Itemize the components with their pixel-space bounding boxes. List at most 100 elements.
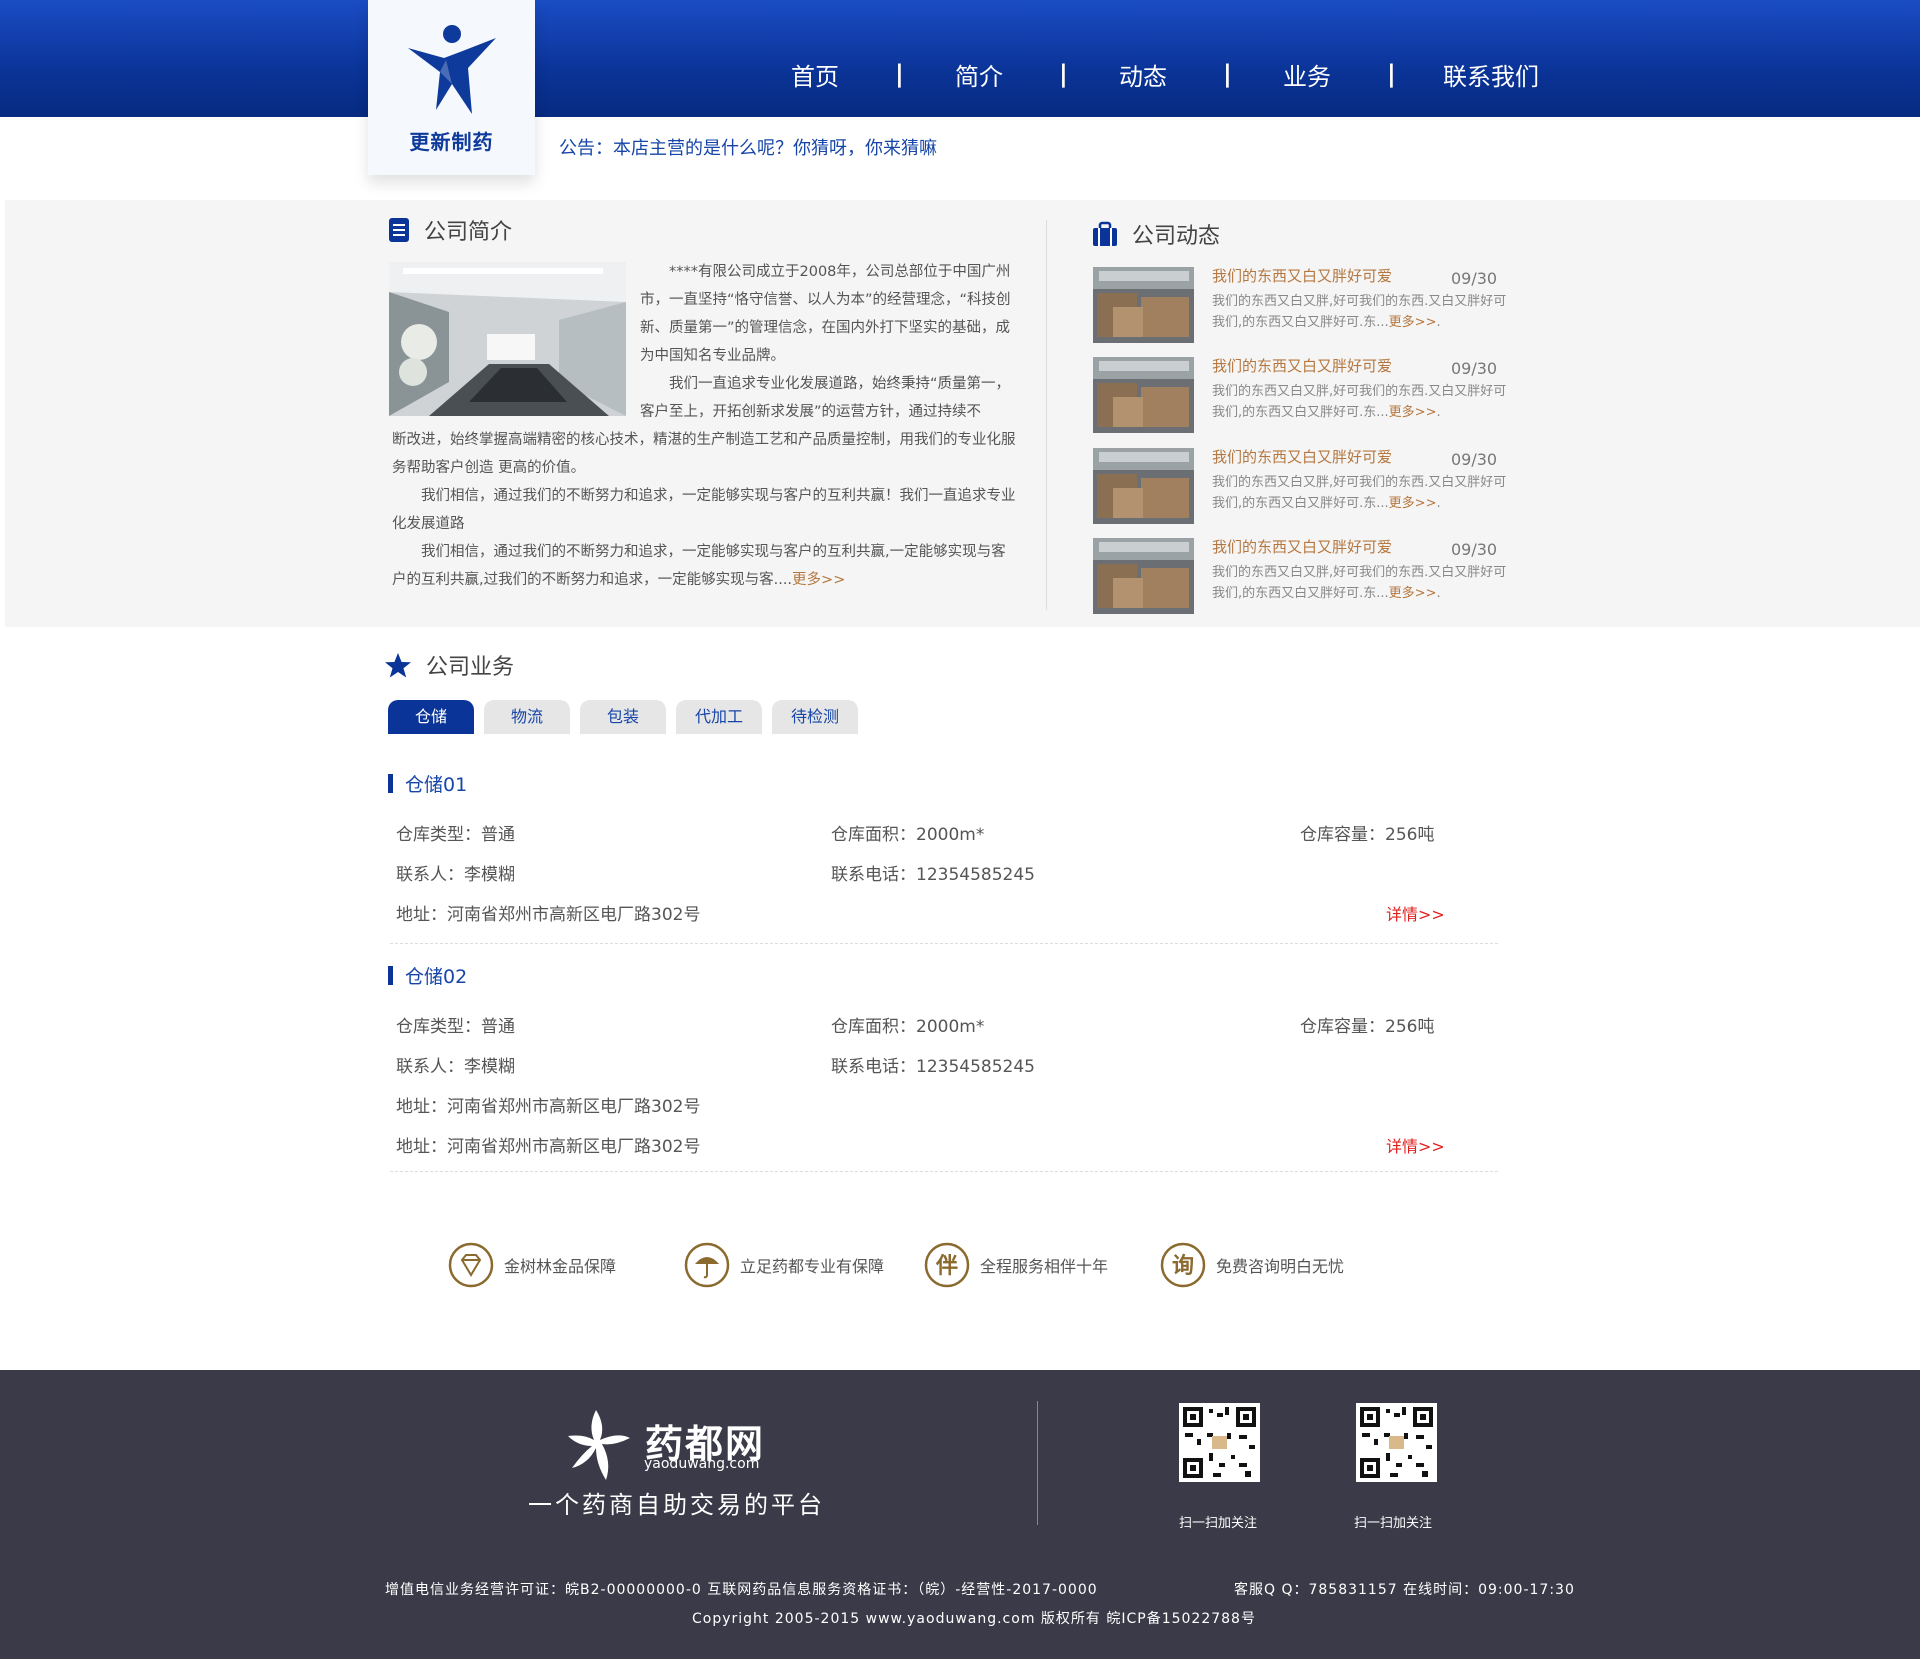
news-item-date: 09/30 <box>1451 450 1498 469</box>
title-accent-bar <box>388 966 393 985</box>
qr-caption: 扫一扫加关注 <box>1179 1516 1258 1531</box>
intro-more-link[interactable]: 更多>> <box>792 572 845 588</box>
news-title: 公司动态 <box>1132 224 1221 249</box>
nav-home[interactable]: 首页 <box>755 57 875 92</box>
warehouse-area: 仓库面积：2000m* <box>831 825 985 845</box>
warehouse-name: 仓储01 <box>405 774 468 796</box>
intro-paragraph: 我们相信，通过我们的不断努力和追求，一定能够实现与客户的互利共赢,一定能够实现与… <box>392 544 1006 588</box>
yaoduwang-logo-icon <box>568 1410 630 1480</box>
companion-icon: 伴 <box>924 1242 970 1288</box>
news-more-link[interactable]: 更多>> <box>1389 496 1437 511</box>
feature-label: 金树林金品保障 <box>504 1257 617 1276</box>
footer-divider <box>1037 1401 1038 1525</box>
intro-heading: 公司简介 <box>388 214 512 246</box>
svg-text:伴: 伴 <box>935 1254 958 1279</box>
detail-link[interactable]: 详情>> <box>1386 1133 1445 1157</box>
news-item[interactable]: 我们的东西又白又胖好可爱 09/30 我们的东西又白又胖,好可我们的东西.又白又… <box>1093 538 1513 614</box>
warehouse-capacity: 仓库容量：256吨 <box>1300 1017 1435 1037</box>
intro-text: ****有限公司成立于2008年，公司总部位于中国广州市，一直坚持“恪守信誉、以… <box>392 258 1020 594</box>
svg-text:询: 询 <box>1172 1253 1194 1279</box>
nav-business[interactable]: 业务 <box>1247 57 1367 92</box>
nav-separator: | <box>1059 60 1068 88</box>
news-item-title[interactable]: 我们的东西又白又胖好可爱 <box>1212 536 1392 557</box>
detail-link[interactable]: 详情>> <box>1386 901 1445 925</box>
logo[interactable]: 更新制药 <box>368 0 535 175</box>
section-divider <box>1046 220 1047 610</box>
nav-separator: | <box>1387 60 1396 88</box>
business-title: 公司业务 <box>426 655 515 680</box>
news-item[interactable]: 我们的东西又白又胖好可爱 09/30 我们的东西又白又胖,好可我们的东西.又白又… <box>1093 448 1513 524</box>
tab-packaging[interactable]: 包装 <box>580 700 666 734</box>
footer-license: 增值电信业务经营许可证：皖B2-00000000-0 互联网药品信息服务资格证书… <box>385 1582 1098 1598</box>
feature-item: 伴 全程服务相伴十年 <box>924 1242 1108 1288</box>
row-divider <box>390 1171 1498 1172</box>
news-more-link[interactable]: 更多>> <box>1389 586 1437 601</box>
business-heading: 公司业务 <box>384 649 514 681</box>
notice-text: 公告：本店主营的是什么呢？你猜呀，你来猜嘛 <box>559 138 937 159</box>
warehouse-thumbnail <box>1093 357 1194 433</box>
news-item-title[interactable]: 我们的东西又白又胖好可爱 <box>1212 446 1392 467</box>
warehouse-capacity: 仓库容量：256吨 <box>1300 825 1435 845</box>
nav-contact[interactable]: 联系我们 <box>1411 57 1571 92</box>
news-item-title[interactable]: 我们的东西又白又胖好可爱 <box>1212 355 1392 376</box>
warehouse-address: 地址：河南省郑州市高新区电厂路302号 <box>396 1097 701 1117</box>
star-person-logo-icon <box>408 25 496 114</box>
logo-text: 更新制药 <box>409 130 494 154</box>
tab-logistics[interactable]: 物流 <box>484 700 570 734</box>
news-item-date: 09/30 <box>1451 359 1498 378</box>
feature-label: 免费咨询明白无忧 <box>1216 1257 1345 1276</box>
intro-paragraph: ****有限公司成立于2008年，公司总部位于中国广州市，一直坚持“恪守信誉、以… <box>640 264 1011 364</box>
footer-copyright: Copyright 2005-2015 www.yaoduwang.com 版权… <box>692 1611 1256 1627</box>
row-divider <box>390 943 1498 944</box>
star-icon <box>385 652 411 677</box>
warehouse-address: 地址：河南省郑州市高新区电厂路302号 <box>396 905 701 925</box>
warehouse-title[interactable]: 仓储01 <box>388 770 467 797</box>
document-icon <box>389 218 409 242</box>
page: 更新制药 首页 | 简介 | 动态 | 业务 | 联系我们 公告：本店主营的是什… <box>0 0 1920 1659</box>
feature-label: 全程服务相伴十年 <box>980 1257 1109 1276</box>
consult-icon: 询 <box>1160 1242 1206 1288</box>
feature-item: 金树林金品保障 <box>448 1242 616 1288</box>
news-item-desc: 我们的东西又白又胖,好可我们的东西.又白又胖好可我们,的东西又白又胖好可.东..… <box>1212 475 1507 511</box>
main-nav: 首页 | 简介 | 动态 | 业务 | 联系我们 <box>755 54 1571 94</box>
warehouse-thumbnail <box>1093 267 1194 343</box>
feature-label: 立足药都专业有保障 <box>740 1257 885 1276</box>
warehouse-area: 仓库面积：2000m* <box>831 1017 985 1037</box>
diamond-icon <box>448 1242 494 1288</box>
warehouse-title[interactable]: 仓储02 <box>388 962 467 989</box>
warehouse-phone: 联系电话：12354585245 <box>831 1057 1035 1077</box>
news-item-desc: 我们的东西又白又胖,好可我们的东西.又白又胖好可我们,的东西又白又胖好可.东..… <box>1212 294 1507 330</box>
news-item[interactable]: 我们的东西又白又胖好可爱 09/30 我们的东西又白又胖,好可我们的东西.又白又… <box>1093 267 1513 343</box>
news-more-link[interactable]: 更多>> <box>1389 405 1437 420</box>
warehouse-name: 仓储02 <box>405 966 468 988</box>
tab-processing[interactable]: 代加工 <box>676 700 762 734</box>
briefcase-icon <box>1093 221 1117 246</box>
footer-service: 客服Q Q：785831157 在线时间：09:00-17:30 <box>1234 1582 1575 1598</box>
title-accent-bar <box>388 774 393 793</box>
news-item[interactable]: 我们的东西又白又胖好可爱 09/30 我们的东西又白又胖,好可我们的东西.又白又… <box>1093 357 1513 433</box>
feature-item: 询 免费咨询明白无忧 <box>1160 1242 1344 1288</box>
nav-separator: | <box>895 60 904 88</box>
news-item-title[interactable]: 我们的东西又白又胖好可爱 <box>1212 265 1392 286</box>
warehouse-thumbnail <box>1093 538 1194 614</box>
intro-title: 公司简介 <box>424 220 513 245</box>
tab-storage[interactable]: 仓储 <box>388 700 474 734</box>
tab-inspection[interactable]: 待检测 <box>772 700 858 734</box>
warehouse-type: 仓库类型：普通 <box>396 1017 515 1037</box>
qr-caption: 扫一扫加关注 <box>1354 1516 1433 1531</box>
warehouse-contact: 联系人：李模糊 <box>396 1057 515 1077</box>
news-more-link[interactable]: 更多>> <box>1389 315 1437 330</box>
warehouse-address: 地址：河南省郑州市高新区电厂路302号 <box>396 1137 701 1157</box>
footer-slogan: 一个药商自助交易的平台 <box>528 1491 825 1519</box>
nav-about[interactable]: 简介 <box>919 57 1039 92</box>
news-item-date: 09/30 <box>1451 540 1498 559</box>
warehouse-phone: 联系电话：12354585245 <box>831 865 1035 885</box>
nav-news[interactable]: 动态 <box>1083 57 1203 92</box>
warehouse-type: 仓库类型：普通 <box>396 825 515 845</box>
umbrella-icon <box>684 1242 730 1288</box>
qr-code <box>1356 1403 1437 1482</box>
qr-code <box>1179 1403 1260 1482</box>
warehouse-thumbnail <box>1093 448 1194 524</box>
news-heading: 公司动态 <box>1092 218 1220 250</box>
warehouse-contact: 联系人：李模糊 <box>396 865 515 885</box>
